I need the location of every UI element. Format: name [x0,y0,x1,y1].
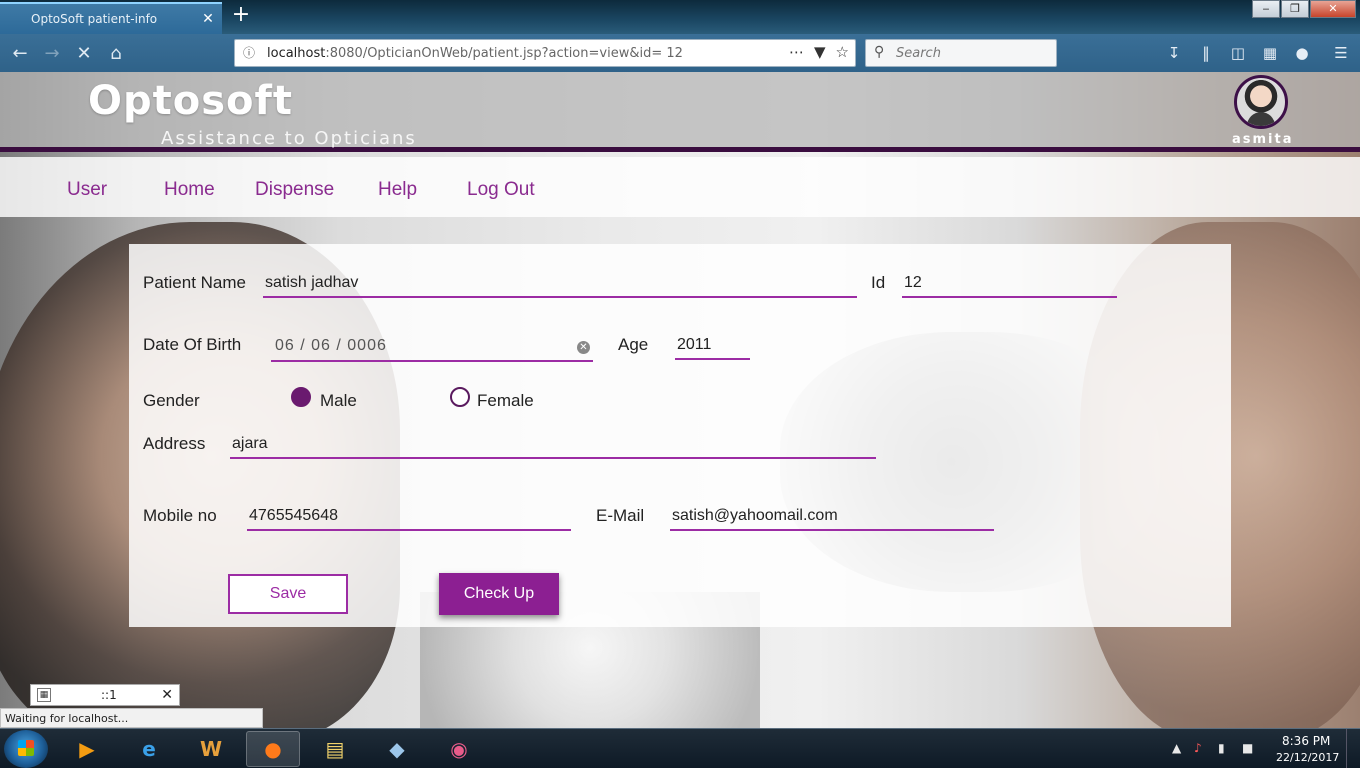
user-avatar[interactable] [1234,75,1288,129]
url-host: localhost [267,46,326,61]
search-box[interactable]: ⚲ Search [865,39,1057,67]
dob-date-input[interactable] [271,332,593,362]
avatar-icon [1247,112,1275,126]
patient-form: Patient Name Id Date Of Birth ✕ Age Gend… [129,244,1231,627]
windows-taskbar: ▶ e W ● ▤ ◆ ◉ ▲ ♪ ▮ ■ 8:36 PM 22/12/2017 [0,728,1360,768]
extension-icon[interactable]: ▦ [1259,40,1281,66]
popup-text: ::1 [101,688,117,702]
clock-time[interactable]: 8:36 PM [1282,734,1330,748]
download-icon[interactable]: ↧ [1163,40,1185,66]
mobile-label: Mobile no [143,506,217,525]
new-tab-button[interactable]: + [230,4,252,28]
page-actions-icon[interactable]: ⋯ [789,43,804,61]
start-button[interactable] [4,730,48,768]
bookmark-star-icon[interactable]: ☆ [836,43,849,61]
email-label: E-Mail [596,506,645,525]
brand-logo: Optosoft [88,78,294,124]
gender-female-label: Female [477,391,534,410]
windows-logo-icon [18,740,34,756]
url-actions: ⋯ ▼ ☆ [789,43,849,61]
gender-label: Gender [143,391,200,410]
show-hidden-icons[interactable]: ▲ [1172,741,1181,755]
paint-icon[interactable]: ◉ [432,731,486,767]
gender-male-label: Male [320,391,357,410]
back-icon[interactable]: ← [6,40,34,68]
url-text[interactable]: localhost:8080/OpticianOnWeb/patient.jsp… [267,46,683,61]
home-icon[interactable]: ⌂ [102,40,130,68]
tab-title: OptoSoft patient-info [31,12,158,26]
save-button[interactable]: Save [228,574,348,614]
network-status-icon[interactable]: ▮ [1218,741,1225,755]
menu-item-home[interactable]: Home [164,179,215,201]
age-input[interactable] [675,332,750,360]
window-controls: ‒ ❐ ✕ [1251,0,1356,20]
menu-item-dispense[interactable]: Dispense [255,179,334,201]
gender-female-radio[interactable] [450,387,470,407]
pocket-icon[interactable]: ▼ [814,43,826,61]
email-input[interactable] [670,503,994,531]
menu-item-logout[interactable]: Log Out [467,179,535,201]
maximize-button[interactable]: ❐ [1281,0,1309,18]
library-icon[interactable]: ‖ [1195,40,1217,66]
sidebar-icon[interactable]: ◫ [1227,40,1249,66]
username: asmita [1232,132,1294,147]
lightbulb-icon[interactable]: ● [1291,40,1313,66]
site-header: Optosoft Assistance to Opticians asmita [0,72,1360,152]
brand-tagline: Assistance to Opticians [161,128,417,149]
url-path: :8080/OpticianOnWeb/patient.jsp?action=v… [325,46,683,61]
browser-tab[interactable]: OptoSoft patient-info ✕ [0,2,222,34]
connection-popup: ▦ ::1 ✕ [30,684,180,706]
firefox-icon[interactable]: ● [246,731,300,767]
menu-item-user[interactable]: User [67,179,107,201]
browser-navbar: ← → ✕ ⌂ ⓘ localhost:8080/OpticianOnWeb/p… [0,34,1360,72]
web-page: Optosoft Assistance to Opticians asmita … [0,72,1360,728]
browser-status-bar: Waiting for localhost... [0,708,263,728]
dob-label: Date Of Birth [143,335,242,354]
menu-icon[interactable]: ☰ [1330,40,1352,66]
clear-date-icon[interactable]: ✕ [577,341,590,354]
mobile-input[interactable] [247,503,571,531]
gender-male-radio[interactable] [291,387,311,407]
media-player-icon[interactable]: ▶ [60,731,114,767]
stop-icon[interactable]: ✕ [70,40,98,68]
patient-name-label: Patient Name [143,273,246,292]
clock-date[interactable]: 22/12/2017 [1276,751,1339,764]
internet-explorer-icon[interactable]: e [122,731,176,767]
minimize-button[interactable]: ‒ [1252,0,1280,18]
address-input[interactable] [230,431,876,459]
popup-close-icon[interactable]: ✕ [161,687,173,703]
check-up-button[interactable]: Check Up [439,573,559,615]
virtualbox-icon[interactable]: ◆ [370,731,424,767]
status-text: Waiting for localhost... [5,712,129,725]
show-desktop-button[interactable] [1346,729,1360,768]
word-icon[interactable]: W [184,731,238,767]
id-label: Id [871,273,886,292]
tab-close-icon[interactable]: ✕ [200,11,216,27]
patient-name-input[interactable] [263,270,857,298]
browser-tab-strip: OptoSoft patient-info ✕ + ‒ ❐ ✕ [0,0,1360,34]
search-placeholder: Search [896,46,941,61]
id-input[interactable] [902,270,1117,298]
power-icon[interactable]: ■ [1242,741,1253,755]
menu-item-help[interactable]: Help [378,179,417,201]
forward-icon[interactable]: → [38,40,66,68]
address-bar[interactable]: ⓘ localhost:8080/OpticianOnWeb/patient.j… [234,39,856,67]
search-icon: ⚲ [874,44,885,60]
site-info-icon[interactable]: ⓘ [241,45,257,61]
main-menu: User Home Dispense Help Log Out [0,157,1360,217]
age-label: Age [618,335,649,354]
address-label: Address [143,434,206,453]
window-close-button[interactable]: ✕ [1310,0,1356,18]
file-explorer-icon[interactable]: ▤ [308,731,362,767]
volume-muted-icon[interactable]: ♪ [1194,741,1202,755]
network-icon: ▦ [37,688,51,702]
